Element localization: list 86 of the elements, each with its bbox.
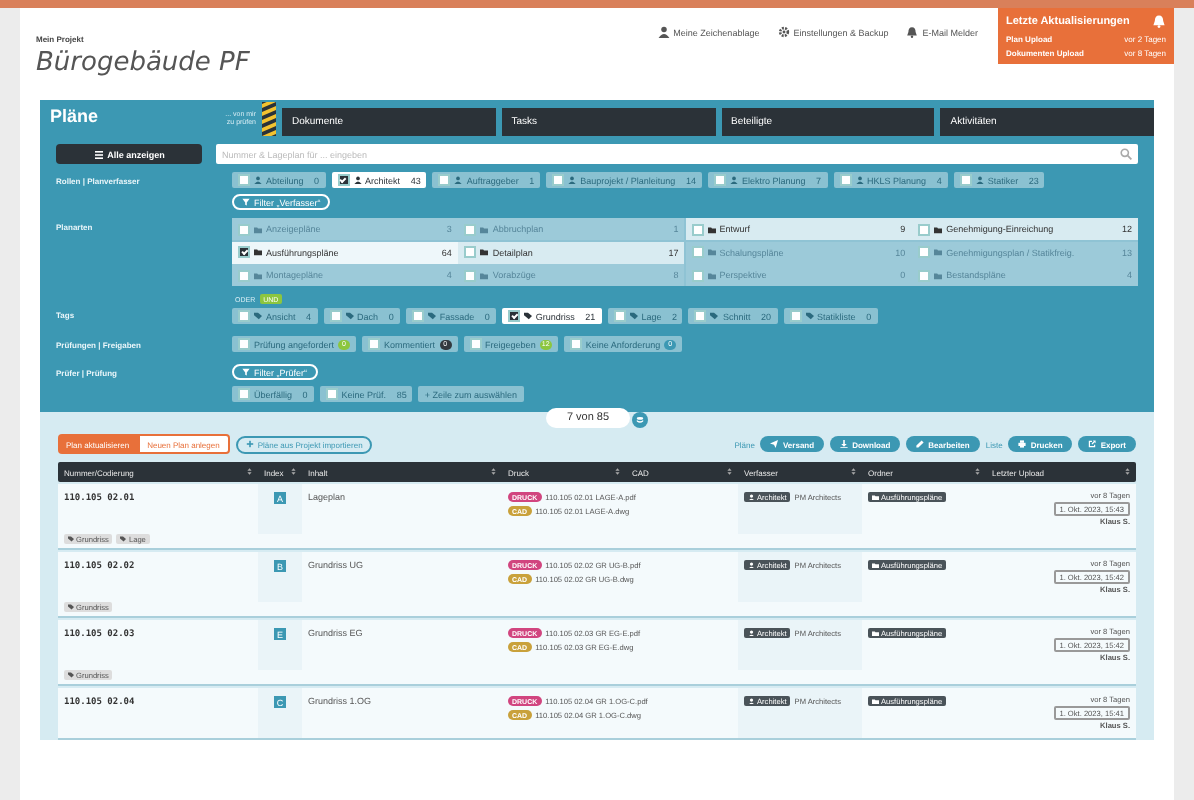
checkbox[interactable] — [438, 174, 451, 186]
search-icon — [1120, 148, 1132, 160]
user-icon — [748, 493, 755, 501]
bell-icon — [1152, 14, 1166, 28]
checkbox[interactable] — [469, 338, 482, 350]
sort-icon — [245, 468, 252, 476]
checkbox[interactable] — [918, 223, 931, 235]
sort-icon — [973, 468, 980, 476]
tag-icon — [68, 672, 74, 678]
tag-icon — [805, 312, 814, 320]
sort-icon — [289, 468, 296, 476]
user-icon — [975, 176, 984, 184]
user-icon — [657, 26, 670, 38]
filter-icon — [242, 198, 250, 206]
project-title: Bürogebäude PF — [36, 48, 252, 78]
tag-icon — [427, 312, 436, 320]
tag-icon — [345, 312, 354, 320]
folder-icon — [707, 248, 716, 256]
checkbox[interactable] — [238, 388, 250, 400]
checkbox[interactable] — [325, 388, 338, 400]
folder-icon — [480, 225, 489, 233]
folder-icon — [872, 493, 879, 501]
checkbox[interactable] — [613, 310, 626, 322]
folder-icon — [480, 271, 489, 279]
folder-icon — [254, 225, 262, 233]
user-icon — [568, 176, 577, 184]
tag-icon — [120, 536, 127, 542]
checkbox[interactable] — [464, 246, 477, 258]
send-icon — [770, 440, 779, 448]
user-icon — [729, 176, 738, 184]
download-icon — [840, 440, 849, 448]
folder-icon — [872, 629, 879, 637]
sort-icon — [1123, 468, 1130, 476]
plus-icon — [245, 440, 254, 448]
user-icon — [748, 697, 755, 705]
export-icon — [1088, 440, 1097, 448]
list-icon — [93, 149, 104, 159]
sort-icon — [613, 468, 620, 476]
checkbox[interactable] — [329, 310, 342, 322]
folder-icon — [707, 225, 716, 233]
checkbox[interactable] — [789, 310, 802, 322]
user-icon — [748, 629, 755, 637]
printer-icon — [1018, 440, 1027, 448]
folder-icon — [872, 561, 879, 569]
checkbox[interactable] — [694, 310, 707, 322]
folder-icon — [872, 697, 879, 705]
user-icon — [353, 176, 362, 184]
bell-icon — [906, 26, 919, 38]
tag-icon — [254, 312, 262, 320]
tag-icon — [68, 604, 74, 610]
user-icon — [748, 561, 755, 569]
settings-icon — [777, 26, 790, 38]
folder-icon — [254, 271, 262, 279]
checkbox[interactable] — [839, 174, 852, 186]
sort-icon — [725, 468, 732, 476]
checkbox[interactable] — [411, 310, 424, 322]
filter-icon — [242, 368, 250, 376]
sort-icon — [489, 468, 496, 476]
tag-icon — [710, 312, 719, 320]
folder-icon — [480, 248, 489, 256]
folder-icon — [254, 248, 262, 256]
folder-icon — [934, 271, 943, 279]
checkbox[interactable] — [238, 338, 250, 350]
checkbox[interactable] — [569, 338, 582, 350]
folder-icon — [934, 248, 943, 256]
tag-icon — [629, 312, 638, 320]
sort-icon — [849, 468, 856, 476]
folder-icon — [934, 225, 943, 233]
checkbox[interactable] — [238, 174, 250, 186]
stack-icon — [635, 416, 644, 424]
user-icon — [254, 176, 262, 184]
user-icon — [855, 176, 864, 184]
tag-icon — [523, 312, 532, 320]
checkbox[interactable] — [713, 174, 726, 186]
checkbox[interactable] — [238, 310, 250, 322]
checkbox[interactable] — [691, 223, 704, 235]
checkbox[interactable] — [959, 174, 972, 186]
checkbox[interactable] — [337, 174, 350, 186]
checkbox[interactable] — [552, 174, 565, 186]
user-icon — [454, 176, 463, 184]
checkbox[interactable] — [238, 246, 250, 258]
tag-icon — [68, 536, 74, 542]
hazard-stripes-icon — [262, 102, 276, 136]
checkbox[interactable] — [368, 338, 381, 350]
folder-icon — [707, 271, 716, 279]
pencil-icon — [916, 440, 925, 448]
